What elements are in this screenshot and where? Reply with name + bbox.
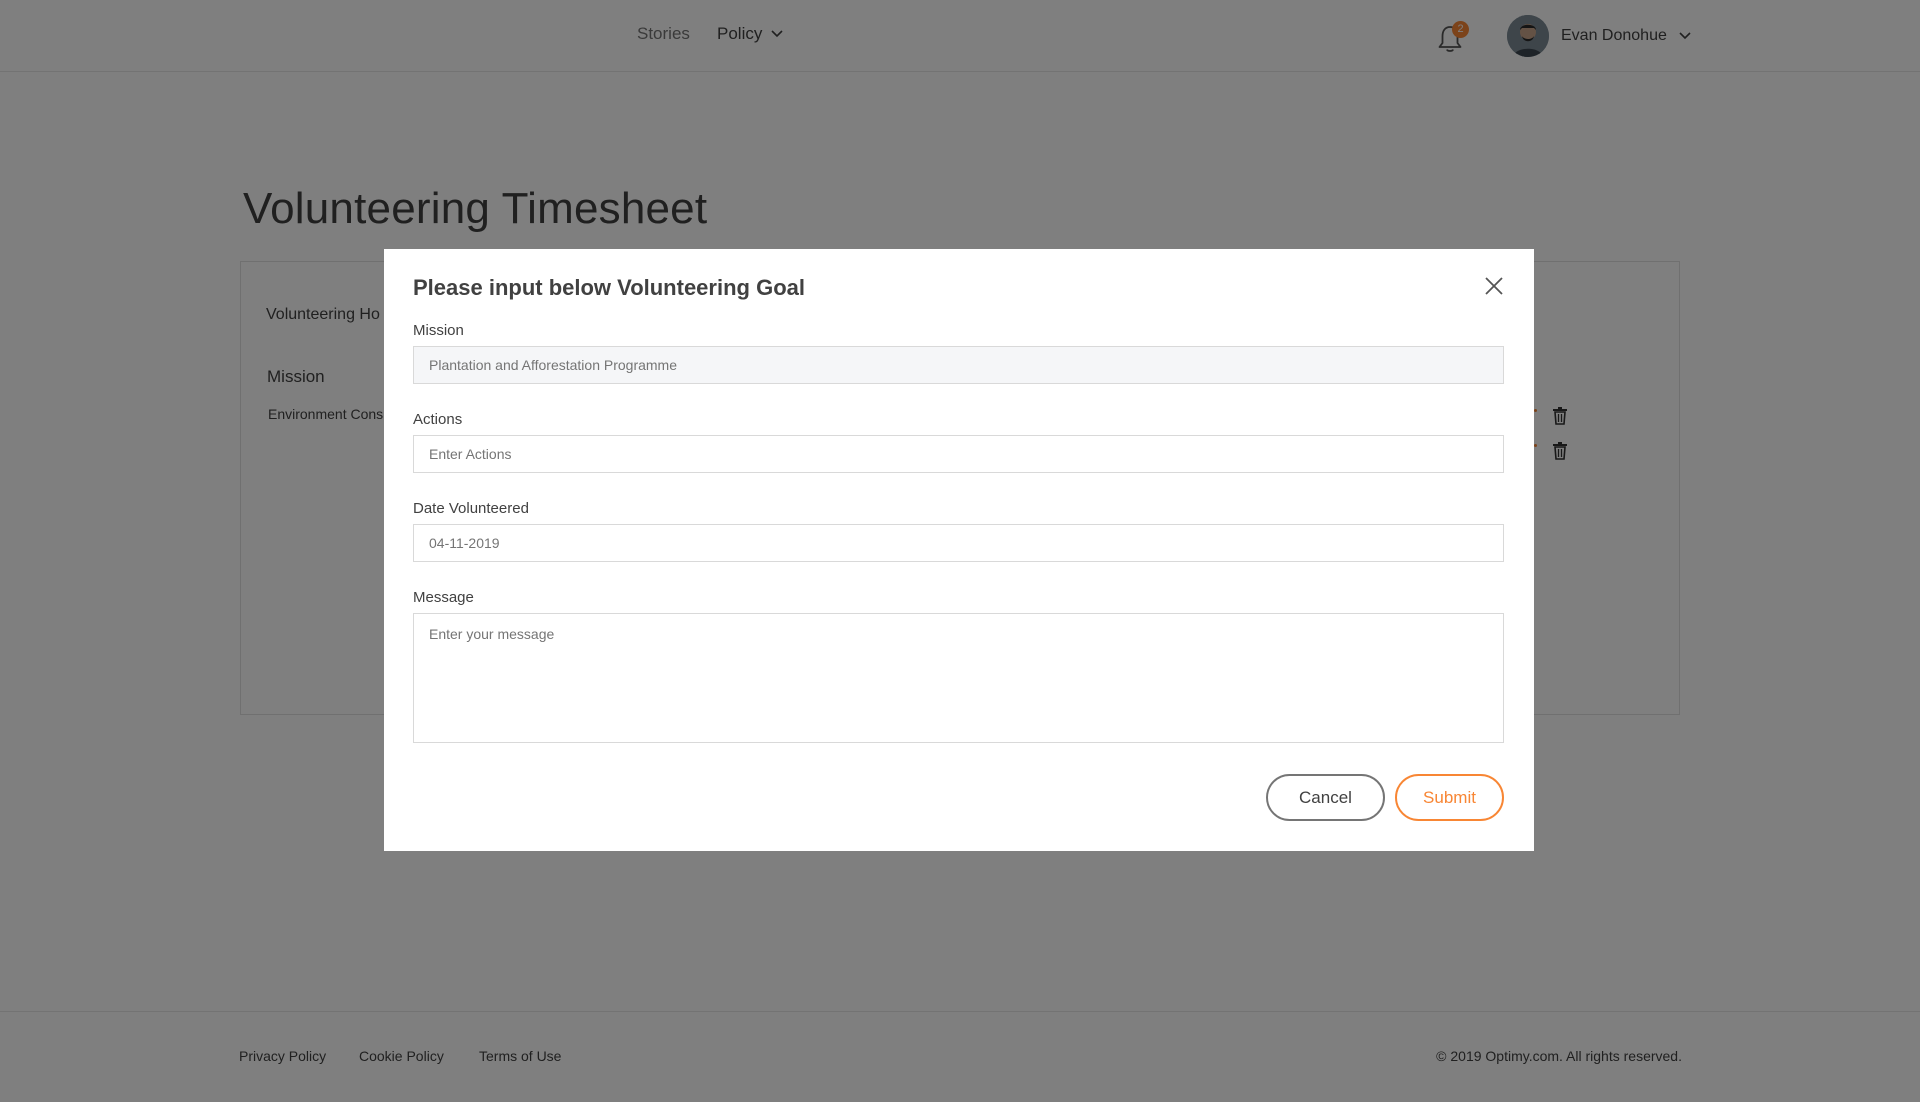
mission-field[interactable] [413, 346, 1504, 384]
date-volunteered-label: Date Volunteered [413, 500, 529, 517]
message-label: Message [413, 589, 474, 606]
date-volunteered-field[interactable] [413, 524, 1504, 562]
volunteering-goal-modal: Please input below Volunteering Goal Mis… [384, 249, 1534, 851]
message-textarea[interactable] [413, 613, 1504, 743]
submit-button[interactable]: Submit [1395, 774, 1504, 821]
mission-label: Mission [413, 322, 464, 339]
cancel-button[interactable]: Cancel [1266, 774, 1385, 821]
close-icon[interactable] [1483, 275, 1505, 297]
modal-title: Please input below Volunteering Goal [413, 275, 805, 300]
page: Stories Policy 2 Evan Donohue [0, 0, 1920, 1102]
actions-label: Actions [413, 411, 463, 428]
actions-input[interactable] [413, 435, 1504, 473]
